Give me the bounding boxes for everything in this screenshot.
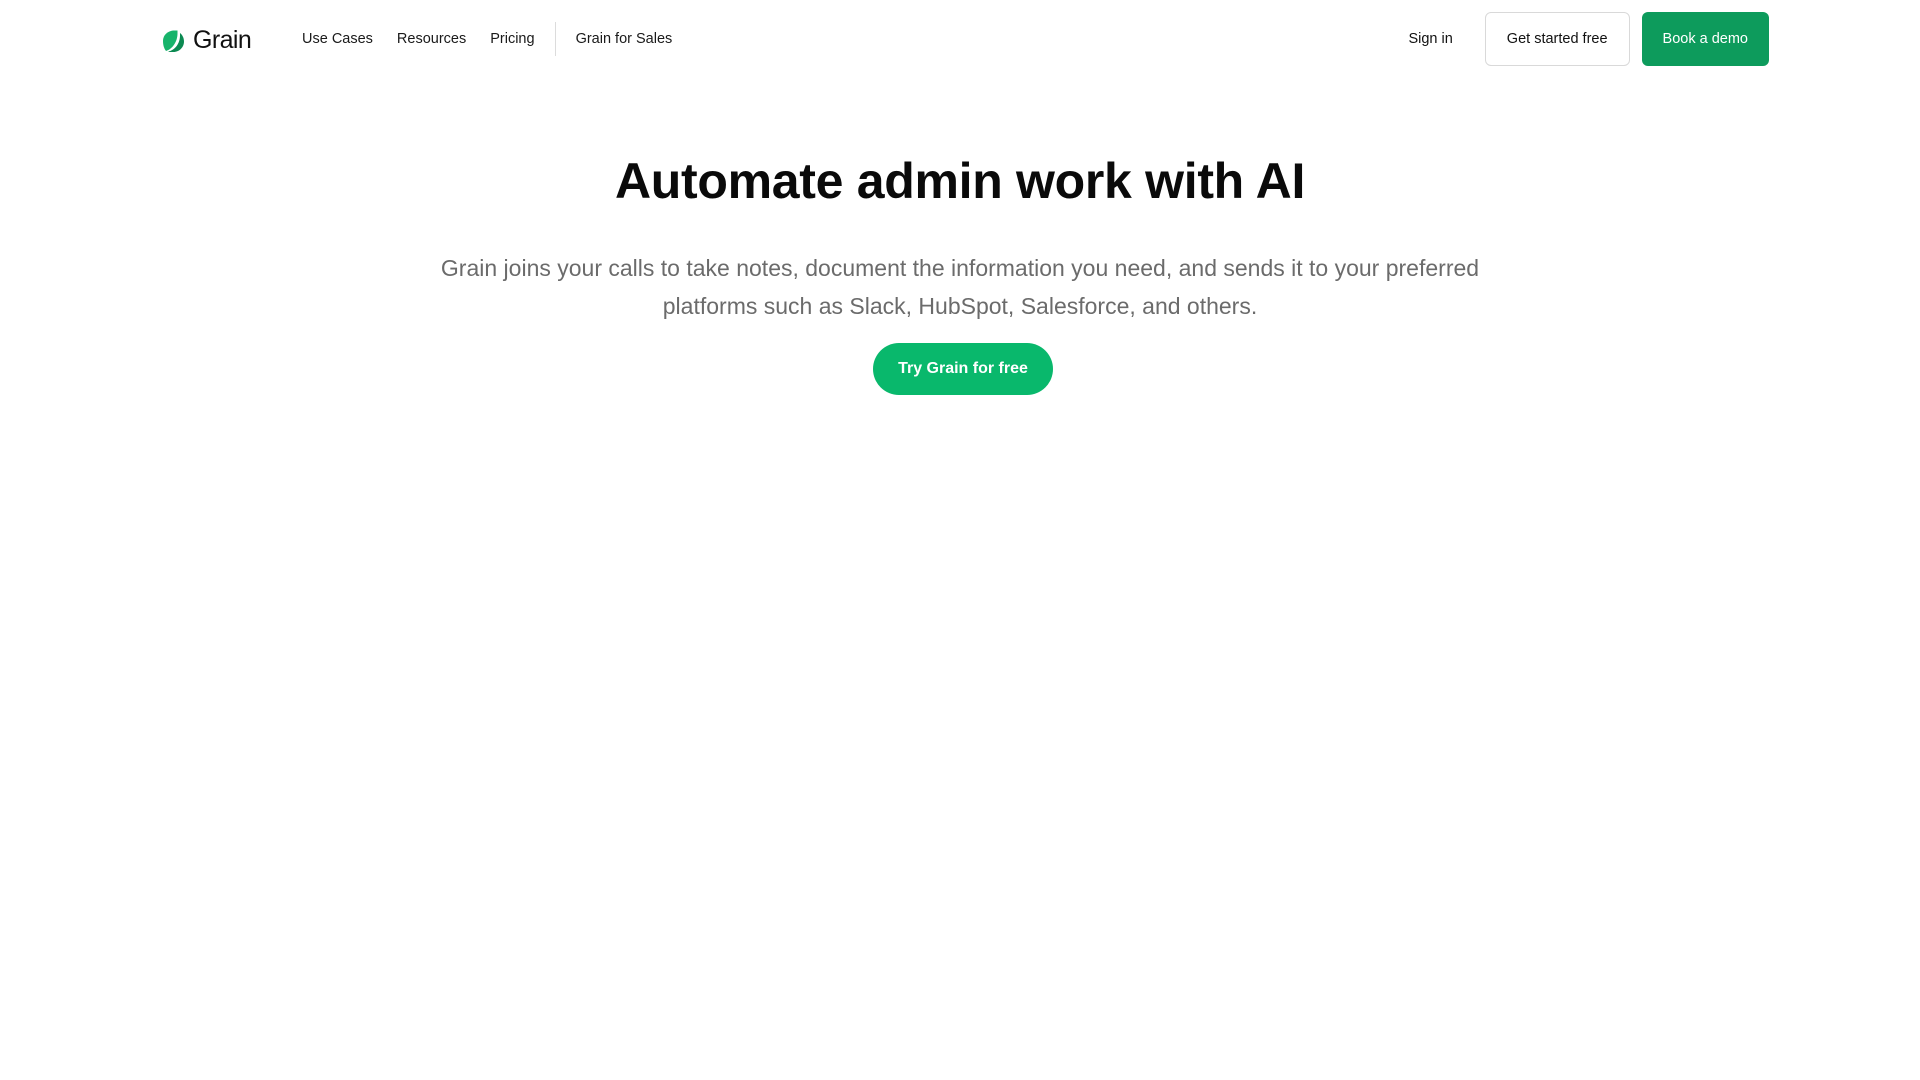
top-navigation: Grain Use Cases Resources Pricing Grain … bbox=[0, 0, 1920, 78]
primary-nav: Use Cases Resources Pricing Grain for Sa… bbox=[302, 0, 672, 78]
nav-actions: Sign in Get started free Book a demo bbox=[1408, 12, 1769, 66]
grain-logo-link[interactable]: Grain bbox=[160, 26, 252, 55]
sign-in-link[interactable]: Sign in bbox=[1408, 31, 1452, 47]
hero-subtitle: Grain joins your calls to take notes, do… bbox=[440, 255, 1480, 319]
try-grain-free-button[interactable]: Try Grain for free bbox=[873, 343, 1053, 395]
book-demo-button[interactable]: Book a demo bbox=[1641, 12, 1769, 66]
nav-grain-for-sales[interactable]: Grain for Sales bbox=[576, 31, 673, 47]
nav-use-cases[interactable]: Use Cases bbox=[302, 31, 373, 47]
leaf-icon bbox=[163, 30, 184, 52]
get-started-free-button[interactable]: Get started free bbox=[1484, 12, 1630, 66]
nav-divider bbox=[554, 22, 556, 56]
nav-pricing[interactable]: Pricing bbox=[490, 31, 534, 47]
nav-resources[interactable]: Resources bbox=[397, 31, 466, 47]
hero-title: Automate admin work with AI bbox=[614, 153, 1306, 209]
brand-name: Grain bbox=[193, 26, 252, 54]
